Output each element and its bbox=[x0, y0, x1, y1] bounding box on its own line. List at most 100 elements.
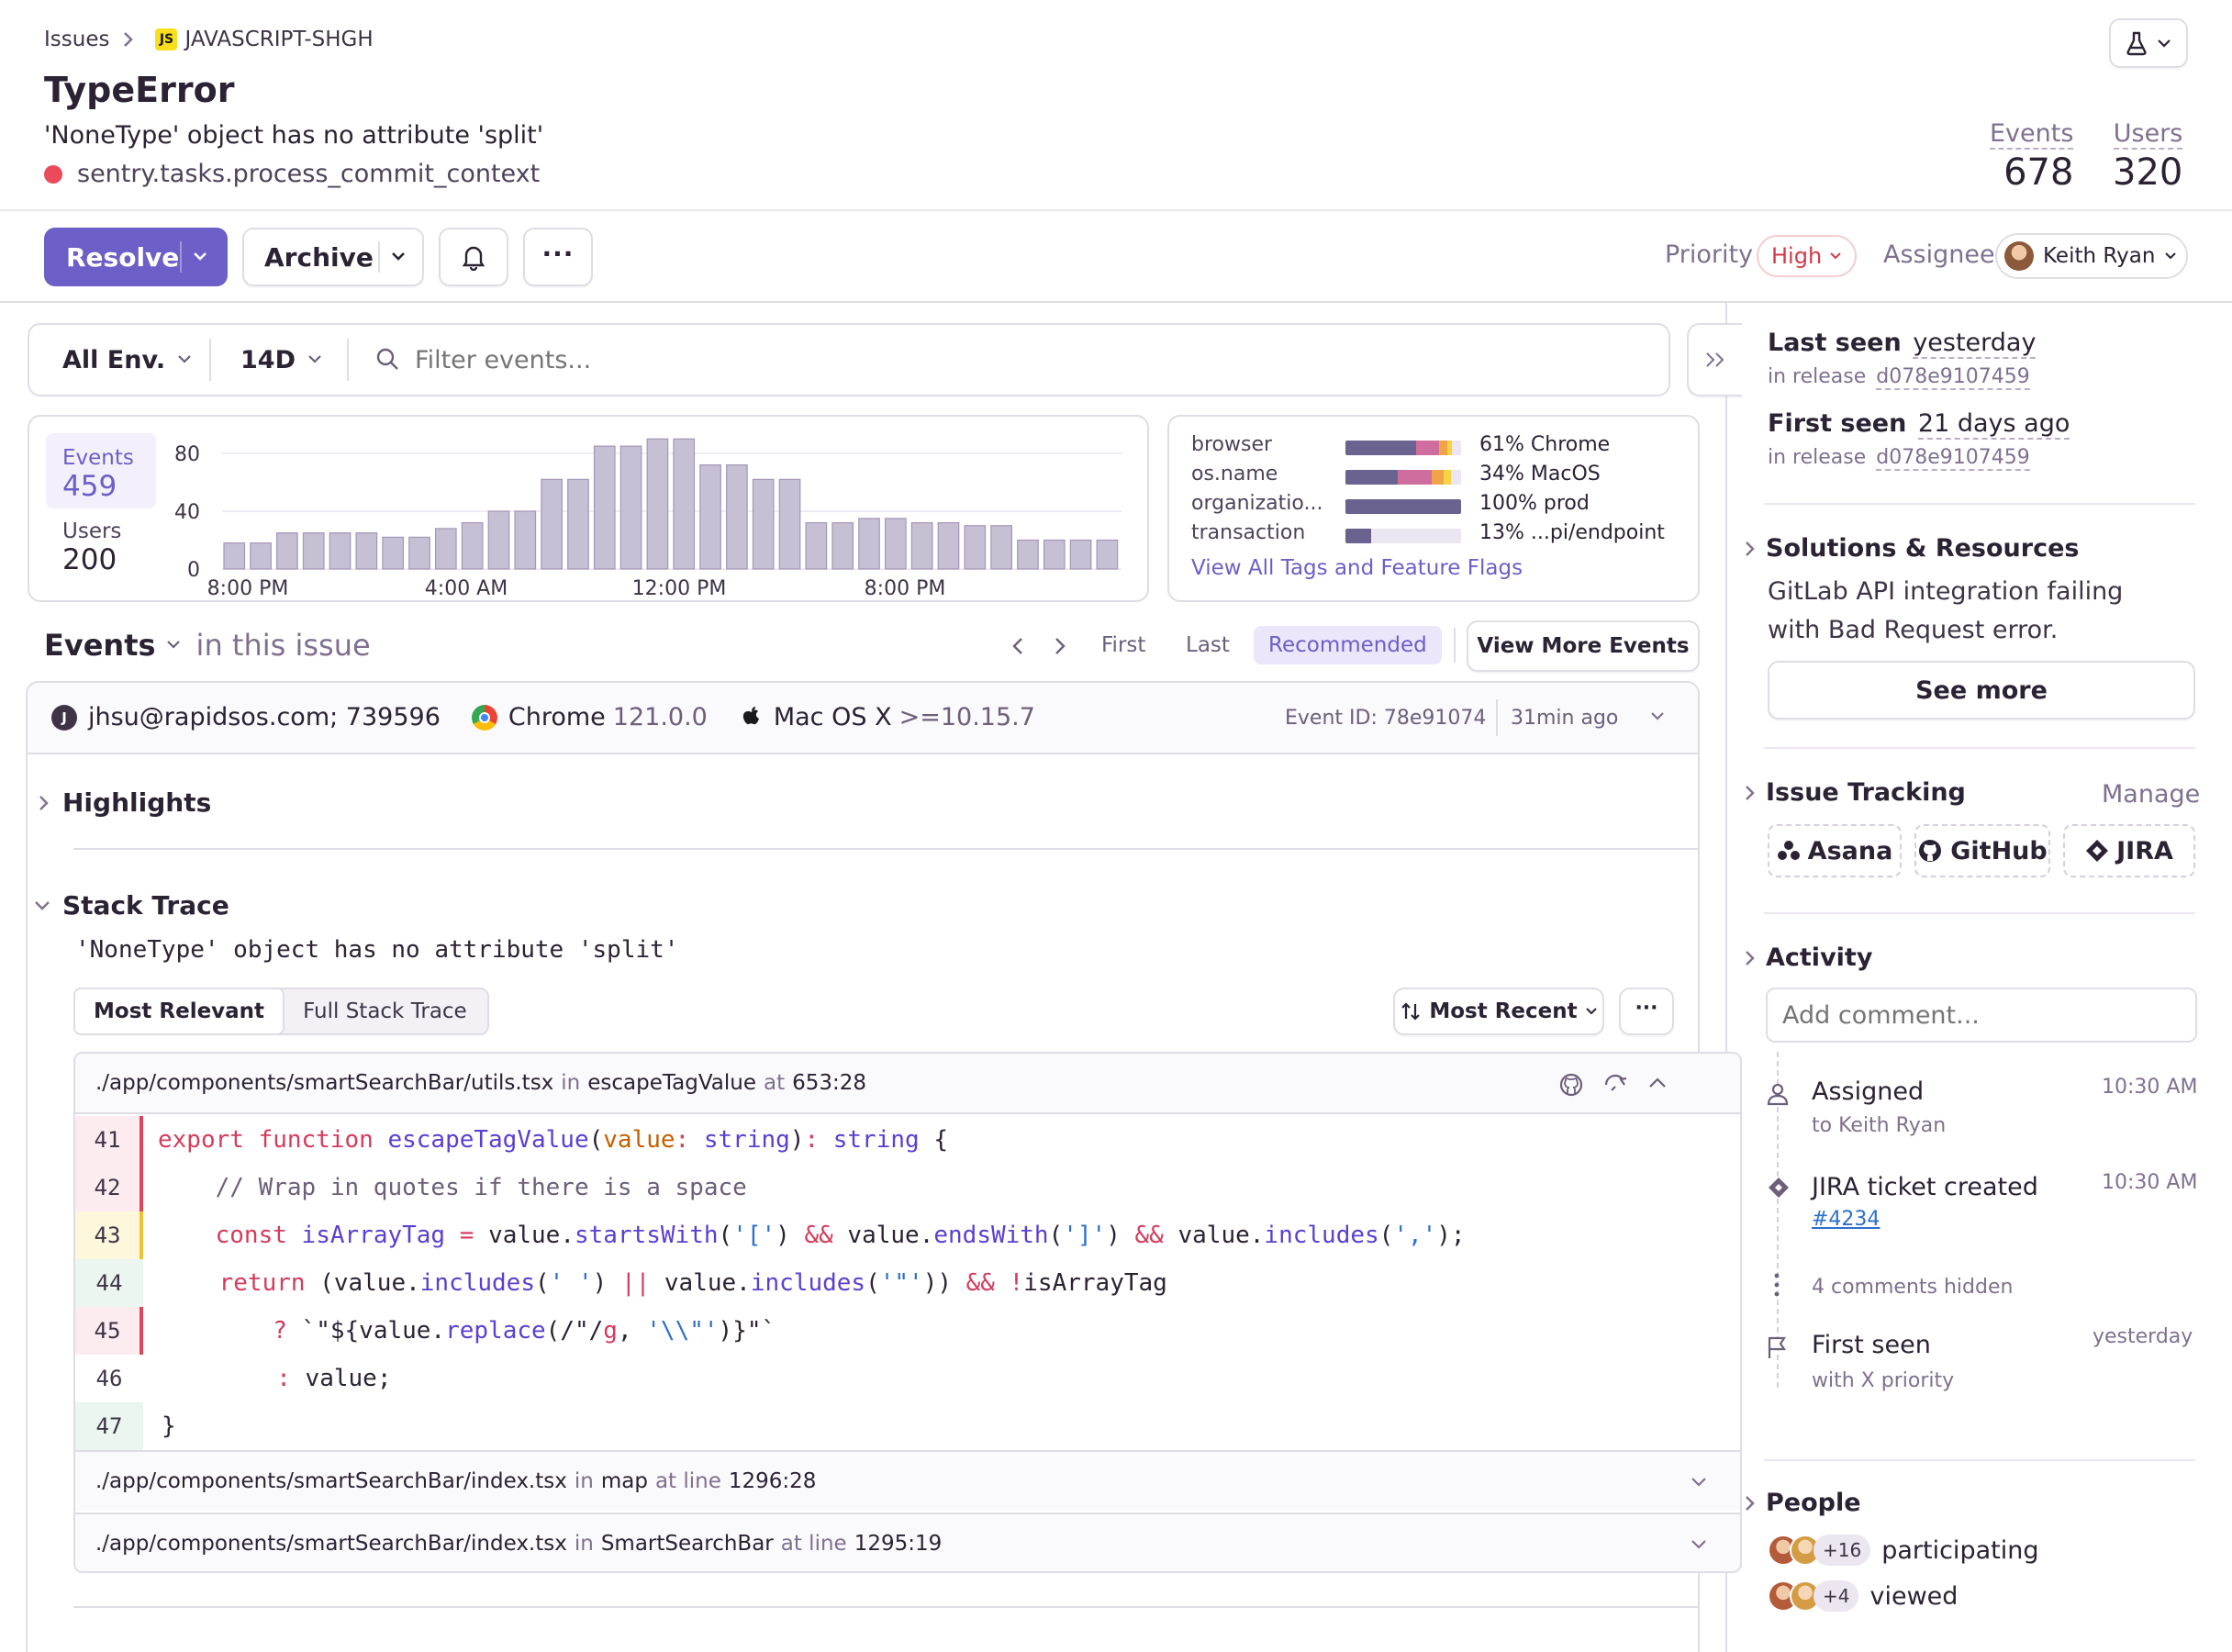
tag-distribution-bar[interactable] bbox=[1345, 499, 1461, 514]
chart-bar[interactable] bbox=[541, 478, 563, 570]
chevron-down-icon[interactable] bbox=[165, 640, 182, 651]
chart-bar[interactable] bbox=[567, 478, 589, 570]
recommended-event-button[interactable]: Recommended bbox=[1254, 626, 1442, 664]
chart-bar[interactable] bbox=[223, 542, 246, 570]
chart-bar[interactable] bbox=[937, 521, 960, 570]
period-dropdown[interactable]: 14D bbox=[211, 346, 347, 374]
chart-bar[interactable] bbox=[884, 518, 907, 570]
chart-bar[interactable] bbox=[1043, 539, 1066, 570]
asana-button[interactable]: Asana bbox=[1768, 824, 1902, 877]
chart-bar[interactable] bbox=[593, 445, 616, 570]
assignee-dropdown[interactable]: Keith Ryan bbox=[1995, 233, 2188, 279]
tag-key[interactable]: browser bbox=[1191, 433, 1329, 456]
chart-bar[interactable] bbox=[990, 525, 1012, 570]
chart-bar[interactable] bbox=[831, 521, 854, 570]
events-count-toggle[interactable]: Events 459 bbox=[46, 433, 156, 508]
priority-dropdown[interactable]: High bbox=[1757, 235, 1858, 277]
chart-bar[interactable] bbox=[910, 521, 933, 570]
chart-bar[interactable] bbox=[382, 536, 405, 570]
chart-bar[interactable] bbox=[461, 521, 484, 570]
chart-bar[interactable] bbox=[673, 438, 696, 570]
participants-row[interactable]: +16 participating bbox=[1768, 1535, 2038, 1566]
stack-options-button[interactable]: ··· bbox=[1619, 988, 1674, 1035]
event-id[interactable]: Event ID: 78e91074 bbox=[1285, 707, 1486, 730]
users-stat[interactable]: Users 320 bbox=[2113, 119, 2183, 194]
sort-dropdown[interactable]: Most Recent bbox=[1393, 988, 1604, 1035]
archive-dropdown-chevron-icon[interactable] bbox=[380, 248, 417, 266]
chart-bar[interactable] bbox=[355, 532, 378, 570]
tag-key[interactable]: transaction bbox=[1191, 521, 1329, 544]
view-all-tags-link[interactable]: View All Tags and Feature Flags bbox=[1191, 556, 1523, 580]
previous-event-icon[interactable] bbox=[1008, 635, 1030, 657]
chart-bar[interactable] bbox=[1069, 539, 1092, 570]
show-hidden-comments[interactable]: 4 comments hidden bbox=[1812, 1276, 2013, 1299]
release-link[interactable]: d078e9107459 bbox=[1876, 446, 2030, 471]
chart-bar[interactable] bbox=[514, 510, 537, 570]
events-title-dropdown[interactable]: Events bbox=[44, 628, 156, 663]
chart-bar[interactable] bbox=[778, 478, 801, 570]
event-user[interactable]: jhsu@rapidsos.com; 739596 bbox=[88, 703, 441, 731]
collapse-sidebar-button[interactable] bbox=[1687, 323, 1742, 396]
events-stat[interactable]: Events 678 bbox=[1990, 119, 2074, 194]
chart-bar[interactable] bbox=[646, 438, 669, 570]
stack-trace-section-toggle[interactable]: Stack Trace bbox=[33, 890, 229, 921]
tag-key[interactable]: os.name bbox=[1191, 463, 1329, 486]
chart-bar[interactable] bbox=[1096, 539, 1119, 570]
chart-bar[interactable] bbox=[408, 536, 430, 570]
chevron-down-icon[interactable] bbox=[1648, 710, 1667, 723]
chart-bar[interactable] bbox=[964, 525, 987, 570]
chart-bar[interactable] bbox=[805, 521, 828, 570]
viewers-row[interactable]: +4 viewed bbox=[1768, 1580, 1958, 1612]
resolve-button[interactable]: Resolve bbox=[66, 242, 180, 273]
chart-bar[interactable] bbox=[487, 510, 510, 570]
breadcrumb-project[interactable]: JAVASCRIPT-SHGH bbox=[184, 28, 373, 51]
comment-input[interactable] bbox=[1766, 988, 2197, 1043]
chart-bar[interactable] bbox=[619, 445, 642, 570]
subscribe-button[interactable] bbox=[439, 228, 508, 286]
chart-bar[interactable] bbox=[434, 528, 457, 570]
chart-bar[interactable] bbox=[250, 542, 272, 570]
last-seen-value[interactable]: yesterday bbox=[1913, 329, 2037, 359]
labs-dropdown-button[interactable] bbox=[2109, 18, 2188, 68]
solutions-toggle[interactable]: Solutions & Resources bbox=[1744, 534, 2079, 563]
github-button[interactable]: GitHub bbox=[1914, 824, 2050, 877]
next-event-icon[interactable] bbox=[1048, 635, 1070, 657]
chart-bar[interactable] bbox=[699, 463, 721, 570]
manage-integrations-link[interactable]: Manage bbox=[2102, 780, 2200, 809]
most-relevant-tab[interactable]: Most Relevant bbox=[73, 988, 285, 1035]
see-more-button[interactable]: See more bbox=[1768, 661, 2195, 720]
tag-key[interactable]: organizatio... bbox=[1191, 492, 1329, 515]
event-bar-chart[interactable]: 80 40 0 8:00 PM 4:00 AM 12:00 PM 8:00 PM bbox=[167, 435, 1140, 598]
breadcrumb-issues-link[interactable]: Issues bbox=[44, 28, 109, 51]
chart-bar[interactable] bbox=[1017, 539, 1039, 570]
environment-dropdown[interactable]: All Env. bbox=[29, 346, 209, 374]
frame-header-escapeTagValue[interactable]: ./app/components/smartSearchBar/utils.ts… bbox=[75, 1054, 1740, 1114]
activity-toggle[interactable]: Activity bbox=[1744, 943, 1872, 972]
people-toggle[interactable]: People bbox=[1744, 1489, 1861, 1517]
issue-tracking-toggle[interactable]: Issue Tracking bbox=[1744, 778, 1966, 807]
chart-bar[interactable] bbox=[276, 532, 298, 570]
full-stack-trace-tab[interactable]: Full Stack Trace bbox=[283, 989, 487, 1033]
view-more-events-button[interactable]: View More Events bbox=[1467, 620, 1700, 672]
event-search-input[interactable] bbox=[415, 345, 1608, 374]
first-event-button[interactable]: First bbox=[1101, 633, 1145, 657]
open-in-editor-icon[interactable] bbox=[1602, 1072, 1628, 1098]
users-count-toggle[interactable]: Users 200 bbox=[62, 519, 121, 576]
tag-distribution-bar[interactable] bbox=[1345, 441, 1461, 455]
chart-bar[interactable] bbox=[302, 532, 325, 570]
github-icon[interactable] bbox=[1558, 1072, 1584, 1098]
more-actions-button[interactable]: ··· bbox=[523, 228, 593, 286]
chevron-up-icon[interactable] bbox=[1646, 1074, 1668, 1092]
frame-header-map[interactable]: ./app/components/smartSearchBar/index.ts… bbox=[75, 1450, 1740, 1511]
chevron-down-icon[interactable] bbox=[1689, 1538, 1709, 1551]
tag-distribution-bar[interactable] bbox=[1345, 529, 1461, 543]
jira-ticket-link[interactable]: #4234 bbox=[1812, 1208, 1880, 1231]
release-link[interactable]: d078e9107459 bbox=[1876, 365, 2030, 390]
chart-bar[interactable] bbox=[726, 463, 748, 570]
resolve-dropdown-chevron-icon[interactable] bbox=[182, 248, 218, 266]
chart-bar[interactable] bbox=[858, 518, 880, 570]
highlights-section-toggle[interactable]: Highlights bbox=[37, 787, 211, 818]
jira-button[interactable]: JIRA bbox=[2063, 824, 2195, 877]
frame-header-SmartSearchBar[interactable]: ./app/components/smartSearchBar/index.ts… bbox=[75, 1512, 1740, 1571]
tag-distribution-bar[interactable] bbox=[1345, 470, 1461, 485]
